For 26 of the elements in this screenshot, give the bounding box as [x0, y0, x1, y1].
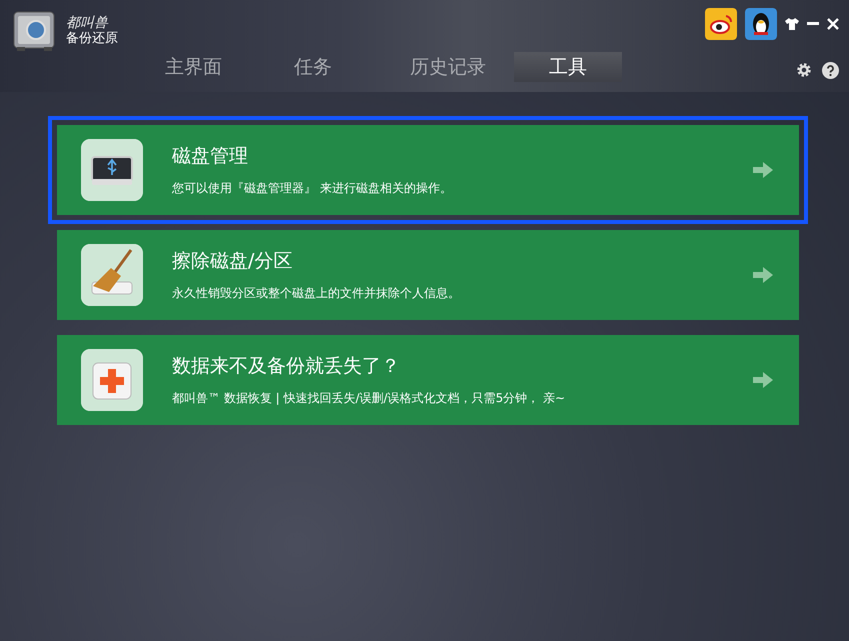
- tool-card[interactable]: 磁盘管理 您可以使用『磁盘管理器』 来进行磁盘相关的操作。: [48, 116, 808, 224]
- settings-icon[interactable]: [796, 62, 812, 78]
- tool-title: 数据来不及备份就丢失了？: [172, 354, 401, 378]
- tab[interactable]: 任务: [280, 52, 346, 82]
- logo-text: 都叫兽: [66, 15, 110, 31]
- arrow-icon: [753, 267, 773, 283]
- broom-icon: [81, 244, 143, 306]
- tool-description: 您可以使用『磁盘管理器』 来进行磁盘相关的操作。: [172, 180, 453, 196]
- arrow-icon: [753, 372, 773, 388]
- tool-description: 永久性销毁分区或整个磁盘上的文件并抹除个人信息。: [172, 285, 461, 301]
- usb-drive-icon: [81, 139, 143, 201]
- tab[interactable]: 历史记录: [406, 52, 490, 82]
- minimize-icon[interactable]: [807, 22, 819, 26]
- tab[interactable]: 工具: [514, 52, 622, 82]
- tool-description: 都叫兽™ 数据恢复 | 快速找回丢失/误删/误格式化文档，只需5分钟， 亲~: [172, 390, 566, 406]
- arrow-icon: [753, 162, 773, 178]
- tool-title: 擦除磁盘/分区: [172, 249, 294, 273]
- penguin-icon[interactable]: [745, 8, 777, 40]
- shirt-icon[interactable]: [785, 18, 799, 30]
- close-icon[interactable]: [827, 18, 839, 30]
- tool-title: 磁盘管理: [172, 144, 249, 168]
- tab[interactable]: 主界面: [150, 52, 237, 82]
- first-aid-key-icon: [81, 349, 143, 411]
- weibo-icon[interactable]: [705, 8, 737, 40]
- help-icon[interactable]: [822, 62, 839, 79]
- app-title: 备份还原: [66, 31, 118, 47]
